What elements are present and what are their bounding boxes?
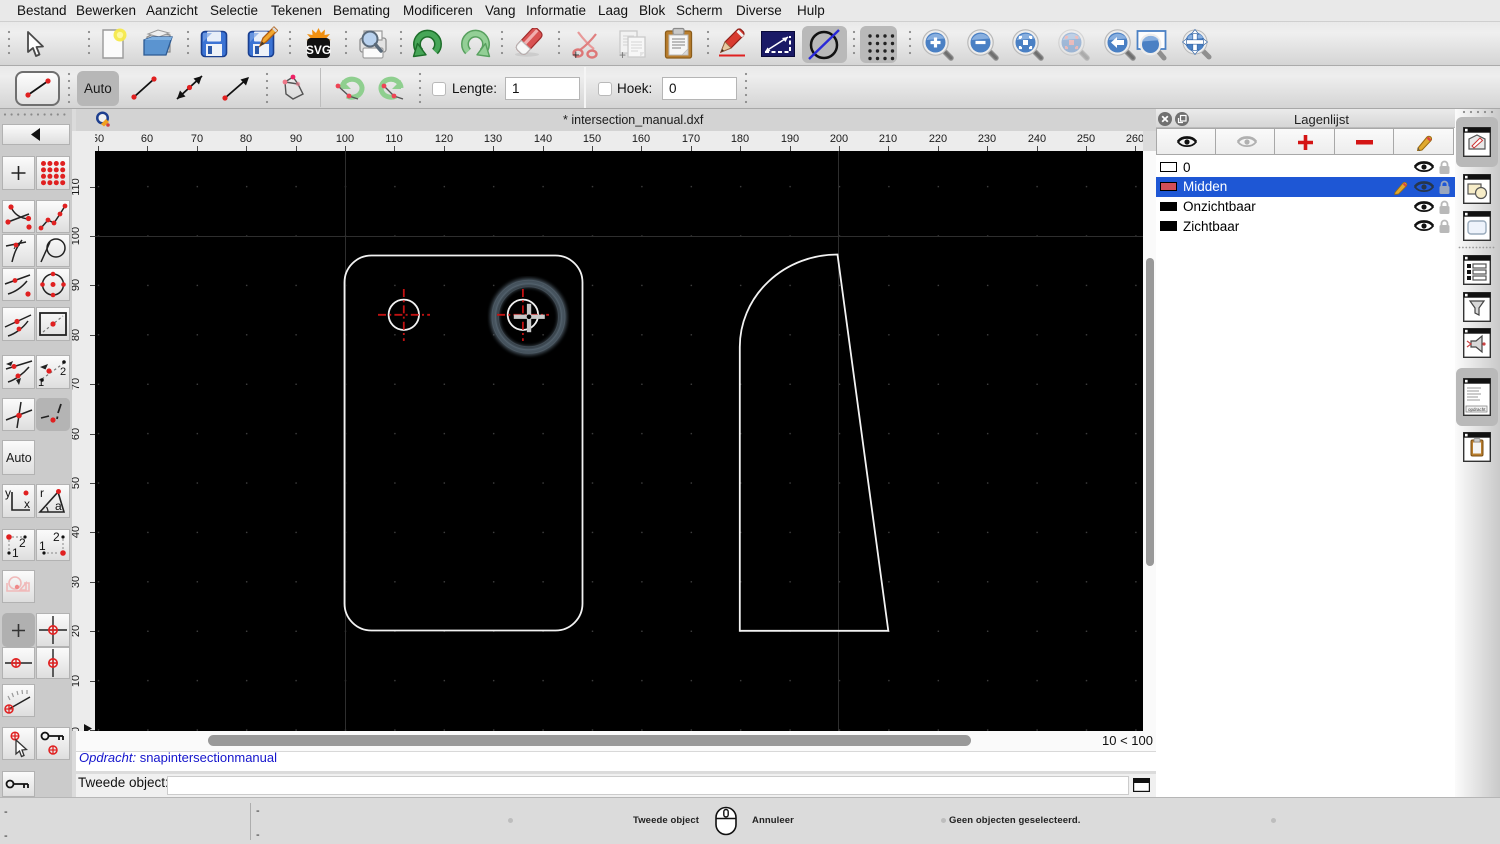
- svg-text:+: +: [572, 47, 580, 60]
- svg-text:+: +: [619, 48, 626, 60]
- svg-text:a: a: [55, 499, 62, 513]
- svg-text:1: 1: [38, 377, 44, 389]
- svg-text:SVG: SVG: [306, 43, 331, 57]
- svg-text:x: x: [24, 497, 30, 511]
- svg-text:1: 1: [12, 546, 19, 560]
- svg-text:1: 1: [39, 539, 46, 553]
- svg-text:Auto: Auto: [6, 451, 32, 465]
- svg-text:y: y: [5, 486, 11, 500]
- svg-text:r: r: [40, 486, 44, 500]
- svg-text:2: 2: [53, 530, 60, 544]
- svg-text:2: 2: [60, 366, 66, 378]
- svg-text:2: 2: [19, 536, 26, 550]
- svg-text:opdracht: opdracht: [1468, 407, 1486, 412]
